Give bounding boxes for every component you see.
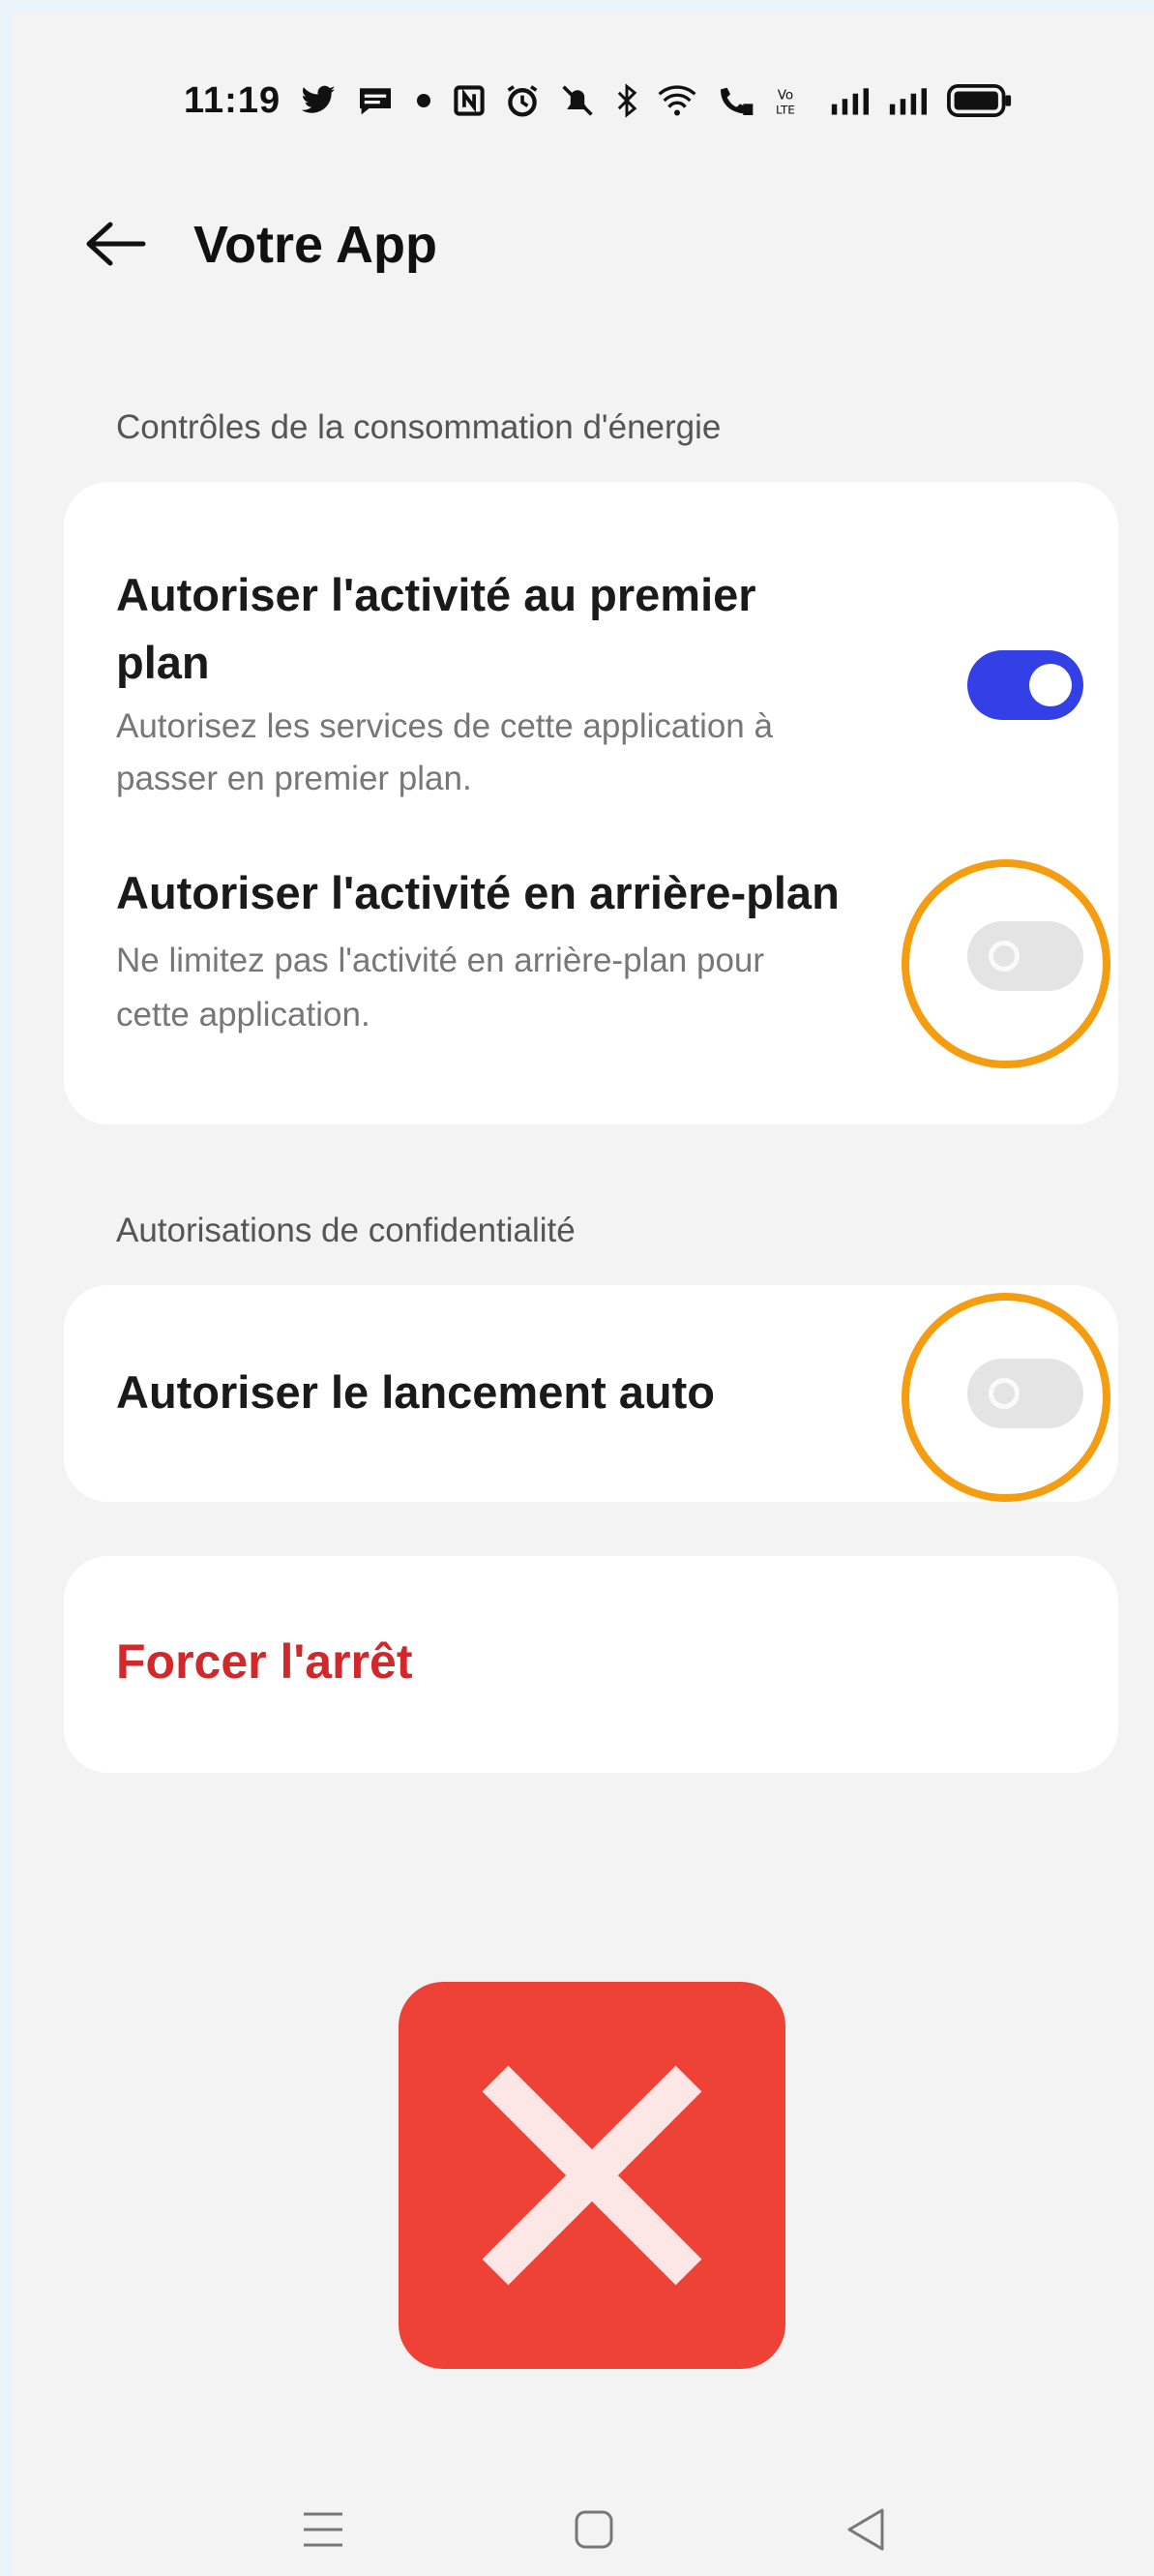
status-time: 11:19 <box>184 79 281 121</box>
battery-icon <box>946 81 1014 120</box>
mute-icon <box>559 81 596 120</box>
background-desc-line1: Ne limitez pas l'activité en arrière-pla… <box>116 942 765 979</box>
phone-screen: 11:19 Vo LTE Votre App Contrôles de la c… <box>14 14 1154 2576</box>
wifi-calling-icon <box>716 81 755 120</box>
background-desc-line2: cette application. <box>116 996 370 1033</box>
highlight-circle-auto-launch-toggle <box>902 1293 1110 1502</box>
bluetooth-icon <box>615 81 638 120</box>
dot-icon <box>414 81 433 120</box>
app-bar: Votre App <box>14 197 1154 294</box>
volte-icon: Vo LTE <box>774 81 811 120</box>
x-mark-icon <box>399 1982 785 2369</box>
page-title: Votre App <box>193 216 437 274</box>
force-stop-button[interactable]: Forcer l'arrêt <box>116 1633 412 1690</box>
status-bar: 11:19 Vo LTE <box>14 72 1154 130</box>
foreground-desc-line2: passer en premier plan. <box>116 760 472 797</box>
menu-icon[interactable] <box>294 2501 352 2559</box>
auto-launch-title: Autoriser le lancement auto <box>116 1366 715 1418</box>
svg-text:LTE: LTE <box>776 104 795 117</box>
alarm-icon <box>505 81 540 120</box>
back-arrow-icon[interactable] <box>81 215 149 273</box>
twitter-icon <box>300 81 337 120</box>
foreground-activity-toggle[interactable] <box>967 650 1083 720</box>
force-stop-card: Forcer l'arrêt <box>64 1556 1118 1773</box>
nfc-icon <box>453 81 486 120</box>
signal-icon <box>888 81 928 120</box>
foreground-desc-line1: Autorisez les services de cette applicat… <box>116 707 773 745</box>
signal-icon <box>830 81 870 120</box>
message-icon <box>356 81 395 120</box>
toggle-knob <box>1029 664 1072 706</box>
foreground-title-line2: plan <box>116 637 210 688</box>
section-label-privacy: Autorisations de confidentialité <box>116 1212 576 1249</box>
svg-text:Vo: Vo <box>778 87 794 103</box>
back-triangle-icon[interactable] <box>838 2501 896 2559</box>
highlight-circle-background-toggle <box>902 859 1110 1068</box>
wifi-icon <box>658 81 696 120</box>
foreground-title-line1: Autoriser l'activité au premier <box>116 569 756 620</box>
section-label-energy: Contrôles de la consommation d'énergie <box>116 408 722 446</box>
background-title: Autoriser l'activité en arrière-plan <box>116 867 840 918</box>
navigation-bar <box>14 2491 1154 2568</box>
home-icon[interactable] <box>565 2501 623 2559</box>
